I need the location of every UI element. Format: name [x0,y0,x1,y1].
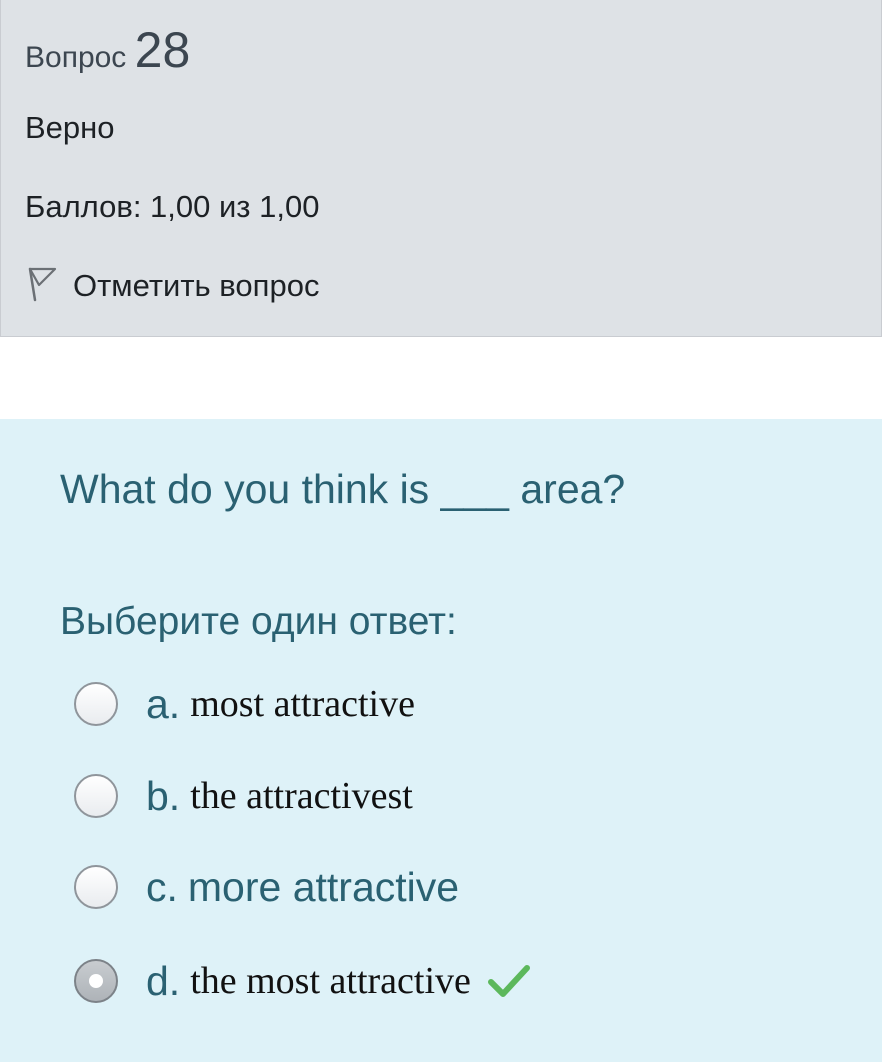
radio-b[interactable] [74,774,118,818]
option-letter: c. [146,863,178,910]
option-letter: b. [146,772,181,819]
question-content: What do you think is ___ area? Выберите … [0,419,882,1062]
option-text: most attractive [190,683,415,725]
flag-icon [25,264,59,309]
answer-prompt: Выберите один ответ: [60,600,457,643]
option-text: the attractivest [190,775,413,817]
option-text: more attractive [187,863,460,910]
option-text: the most attractive [190,960,471,1002]
answer-option-c[interactable]: c. more attractive [74,862,459,912]
question-number: 28 [134,22,191,78]
question-info-panel: Вопрос 28 Верно Баллов: 1,00 из 1,00 Отм… [0,0,882,337]
answer-option-d[interactable]: d. the most attractive [74,956,531,1006]
question-number-heading: Вопрос 28 [25,20,190,88]
question-label: Вопрос [25,41,127,74]
flag-question-button[interactable]: Отметить вопрос [25,266,319,306]
radio-c[interactable] [74,865,118,909]
option-letter: a. [146,680,181,727]
answer-option-b[interactable]: b. the attractivest [74,771,413,821]
flag-question-label: Отметить вопрос [73,268,320,303]
question-grade: Баллов: 1,00 из 1,00 [25,189,320,224]
radio-a[interactable] [74,682,118,726]
answer-option-a[interactable]: a. most attractive [74,679,415,729]
checkmark-icon [487,965,530,997]
radio-d[interactable] [74,959,118,1003]
option-letter: d. [146,957,181,1004]
question-state: Верно [25,110,115,145]
question-text: What do you think is ___ area? [60,466,626,512]
